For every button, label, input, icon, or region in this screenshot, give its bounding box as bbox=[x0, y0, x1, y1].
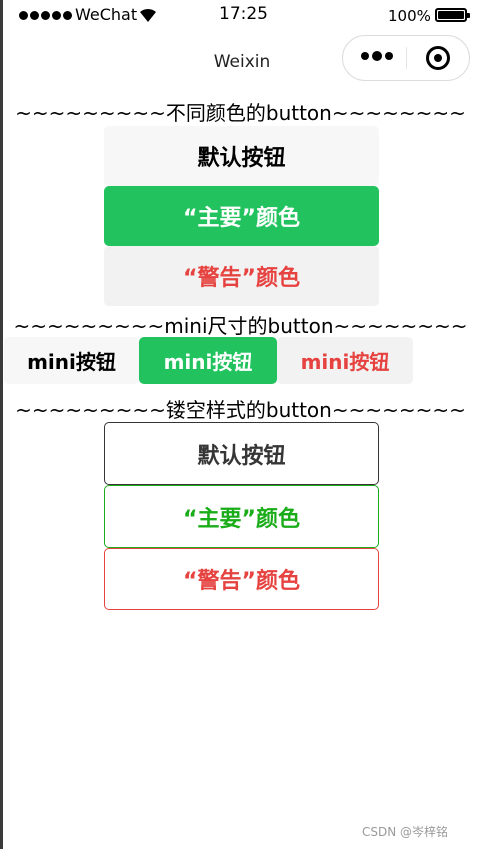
more-menu-icon[interactable] bbox=[361, 51, 393, 61]
battery-icon bbox=[435, 8, 470, 22]
section-title-mini: ~~~~~~~~~mini尺寸的button~~~~~~~~ bbox=[13, 314, 468, 338]
window-left-edge bbox=[0, 0, 3, 849]
default-button[interactable]: 默认按钮 bbox=[104, 126, 379, 186]
status-time: 17:25 bbox=[219, 4, 268, 24]
carrier-name: WeChat bbox=[75, 5, 138, 24]
wifi-icon bbox=[140, 8, 156, 22]
mini-default-button[interactable]: mini按钮 bbox=[4, 337, 139, 384]
section-title-plain: ~~~~~~~~~镂空样式的button~~~~~~~~ bbox=[15, 398, 466, 422]
battery-percent: 100% bbox=[388, 7, 431, 25]
navigation-bar: Weixin bbox=[3, 32, 478, 92]
menu-capsule bbox=[342, 35, 470, 81]
mini-warn-button[interactable]: mini按钮 bbox=[277, 337, 413, 384]
mini-primary-button[interactable]: mini按钮 bbox=[139, 337, 277, 384]
status-bar: WeChat 17:25 100% bbox=[3, 0, 478, 32]
plain-warn-button[interactable]: “警告”颜色 bbox=[104, 548, 379, 610]
plain-primary-button[interactable]: “主要”颜色 bbox=[104, 485, 379, 548]
watermark: CSDN @岑梓铭 bbox=[362, 825, 449, 839]
close-miniprogram-icon[interactable] bbox=[426, 46, 450, 70]
capsule-divider bbox=[406, 47, 407, 69]
signal-strength-icon bbox=[19, 11, 72, 20]
plain-default-button[interactable]: 默认按钮 bbox=[104, 422, 379, 485]
primary-button[interactable]: “主要”颜色 bbox=[104, 186, 379, 246]
warn-button[interactable]: “警告”颜色 bbox=[104, 246, 379, 306]
section-title-colors: ~~~~~~~~~不同颜色的button~~~~~~~~ bbox=[15, 101, 466, 125]
